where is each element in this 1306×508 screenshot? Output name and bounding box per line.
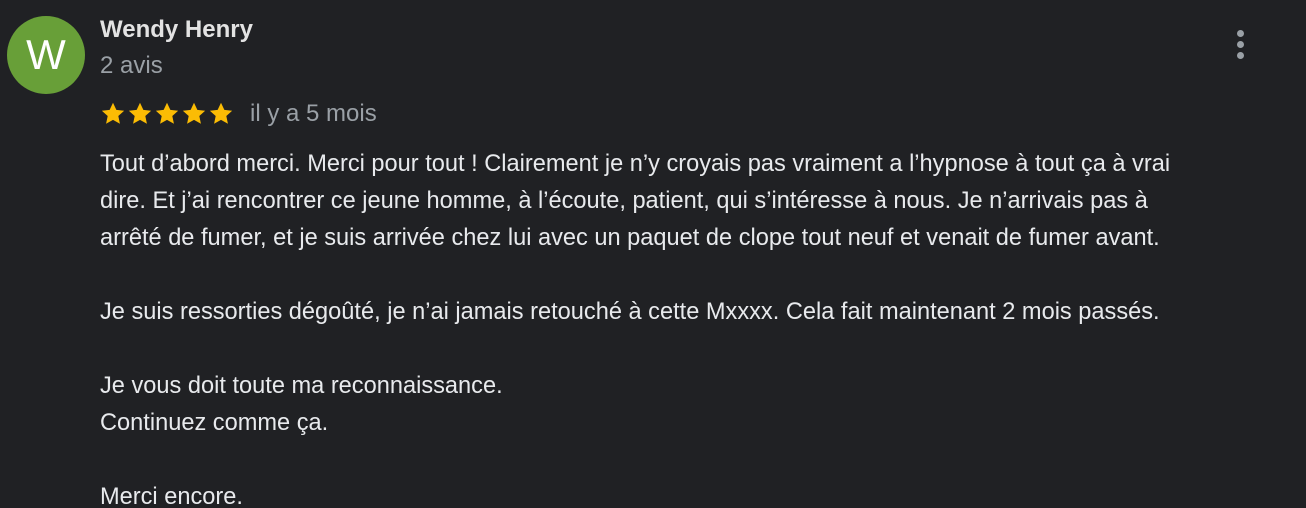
star-icon bbox=[209, 102, 233, 124]
avatar[interactable]: W bbox=[7, 16, 85, 94]
review-line: dire. Et j’ai rencontrer ce jeune homme,… bbox=[100, 188, 1148, 214]
rating-row: il y a 5 mois bbox=[100, 97, 377, 131]
star-icon bbox=[128, 102, 152, 124]
more-vert-icon[interactable] bbox=[1224, 24, 1256, 64]
menu-dot bbox=[1236, 29, 1244, 37]
review-line: Continuez comme ça. bbox=[100, 410, 329, 436]
review-line: arrêté de fumer, et je suis arrivée chez… bbox=[100, 225, 1160, 251]
review-line: Je suis ressorties dégoûté, je n’ai jama… bbox=[100, 299, 1160, 325]
author-name[interactable]: Wendy Henry bbox=[100, 16, 253, 44]
review-line: Je vous doit toute ma reconnaissance. bbox=[100, 373, 503, 399]
review-time: il y a 5 mois bbox=[250, 100, 377, 127]
menu-dot bbox=[1236, 40, 1244, 48]
review-line: Merci encore. bbox=[100, 484, 243, 508]
review-line: Tout d’abord merci. Merci pour tout ! Cl… bbox=[100, 151, 1171, 177]
star-rating bbox=[100, 101, 234, 127]
review-text: Tout d’abord merci. Merci pour tout ! Cl… bbox=[100, 146, 1300, 508]
star-icon bbox=[101, 102, 125, 124]
review-count: 2 avis bbox=[100, 52, 163, 79]
menu-dot bbox=[1236, 51, 1244, 59]
star-icon bbox=[155, 102, 179, 124]
star-icon bbox=[182, 102, 206, 124]
avatar-letter: W bbox=[26, 31, 66, 78]
